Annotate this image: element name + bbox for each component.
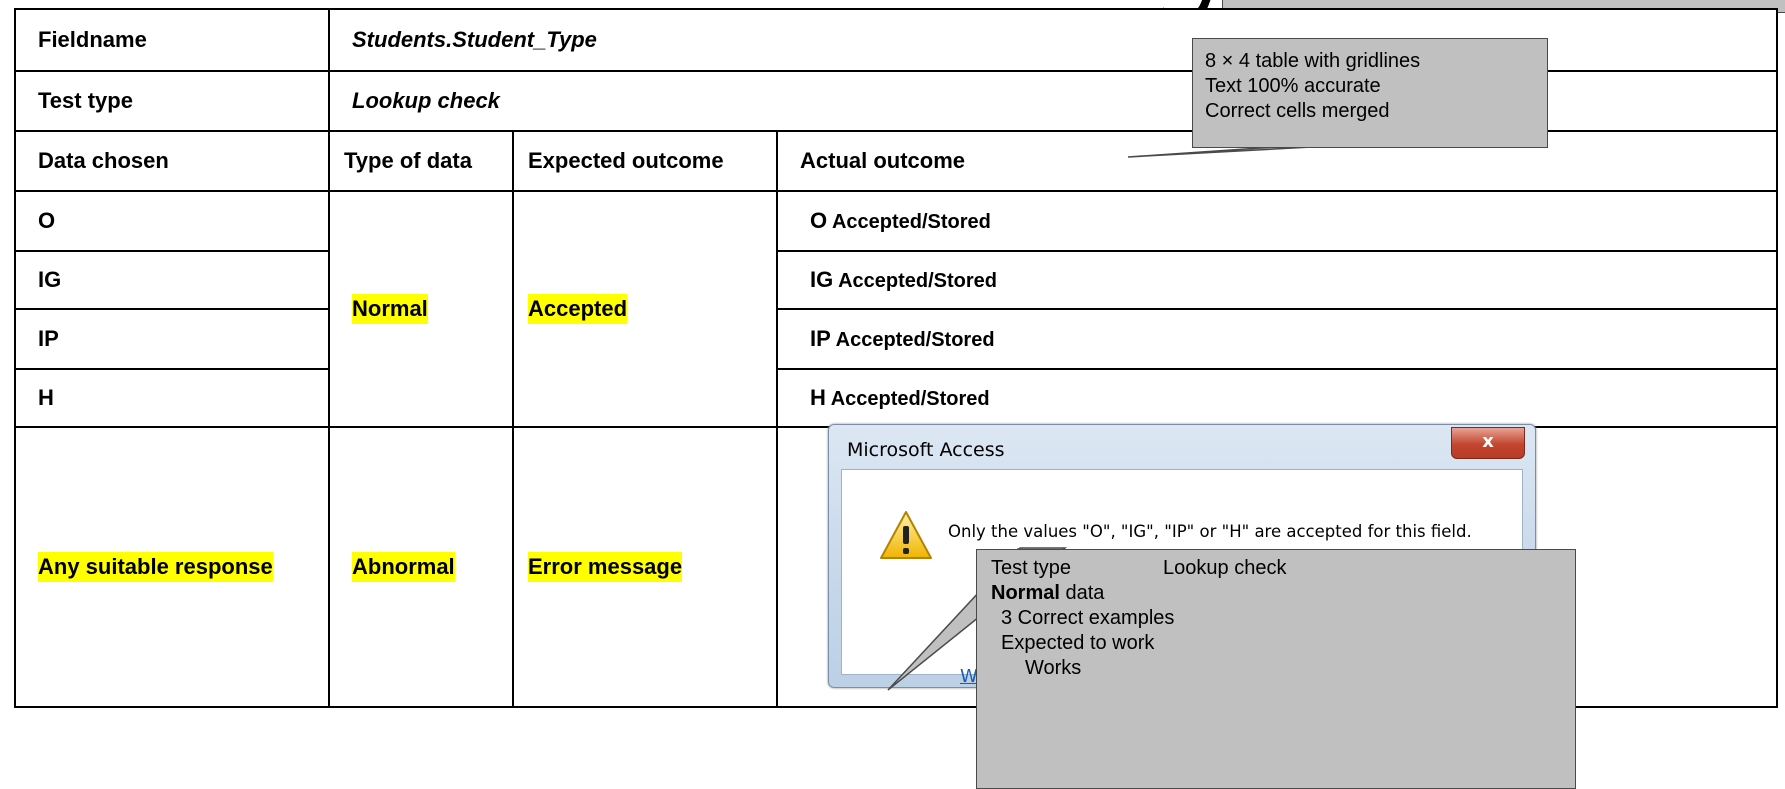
callout-item: 3 Correct examples (1001, 607, 1175, 629)
marking-callout-tests: Test type Lookup check Normal data 3 Corr… (976, 549, 1576, 789)
callout-item: Works (1025, 657, 1082, 679)
callout-item: Expected to work (1001, 632, 1155, 654)
callout-normal-rest: data (1059, 582, 1105, 604)
callout-normal-line: Normal data (991, 581, 1561, 606)
callout-testtype-value: Lookup check (1163, 557, 1287, 579)
callout-normal-bold: Normal (991, 582, 1060, 604)
callout-testtype-line: Test type Lookup check (991, 556, 1561, 581)
callout-testtype-label: Test type (991, 557, 1072, 579)
